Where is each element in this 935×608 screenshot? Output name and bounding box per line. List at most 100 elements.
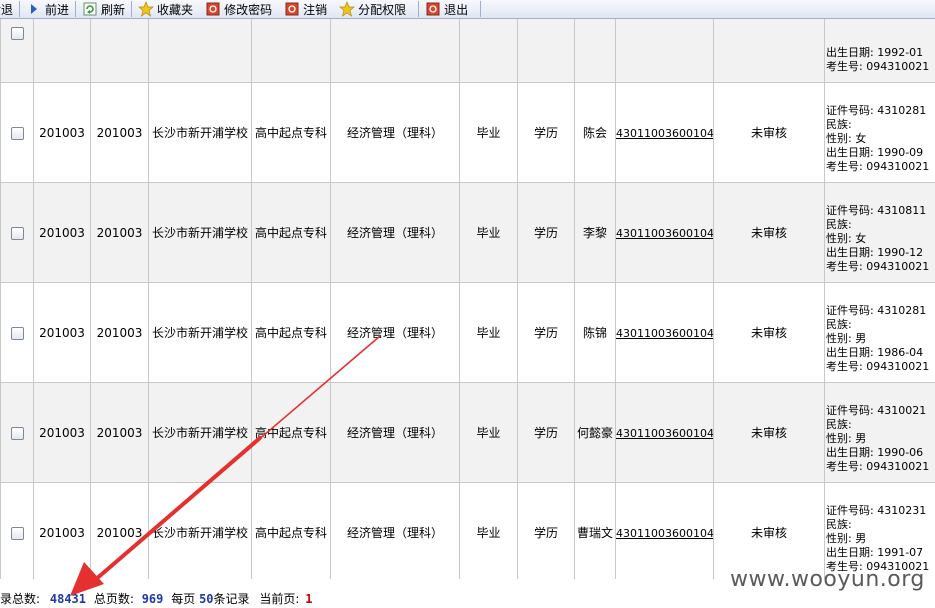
major-cell: 经济管理（理科） [330, 82, 460, 183]
batch-code-cell: 201003 [33, 82, 91, 183]
table-row: 201003 201003 长沙市新开浦学校 高中起点专科 经济管理（理科） 毕… [0, 482, 935, 579]
pagination-summary: 记录总数: 48431 总页数: 969 每页 50条记录 当前页: 1 [0, 590, 935, 608]
major-cell: 经济管理（理科） [330, 282, 460, 383]
review-status-cell: 未审核 [713, 382, 825, 483]
per-page-suffix: 条记录 [213, 592, 250, 606]
school-cell: 长沙市新开浦学校 [148, 82, 252, 183]
school-cell: 长沙市新开浦学校 [148, 382, 252, 483]
row-checkbox[interactable] [10, 226, 24, 240]
info-exam-number: 考生号: 094310021 [826, 260, 930, 273]
row-checkbox[interactable] [10, 26, 24, 40]
student-info-cell: 证件号码: 4310281 民族: 性别: 男 出生日期: 1986-04 考生… [824, 282, 935, 383]
row-checkbox[interactable] [10, 326, 24, 340]
info-birth: 出生日期: 1986-04 [826, 346, 924, 359]
row-checkbox-cell [0, 19, 34, 83]
admission-number-link[interactable]: 430110036001045 [617, 327, 713, 340]
admission-number-cell: 430110036001046 [615, 382, 714, 483]
level-cell: 高中起点专科 [251, 182, 331, 283]
cell [615, 19, 714, 83]
assign-permission-button[interactable]: 分配权限 [339, 0, 406, 19]
star-icon [339, 1, 356, 17]
cell [330, 19, 460, 83]
info-exam-number: 考生号: 094310021 [826, 360, 930, 373]
batch-code-cell: 201003 [90, 182, 149, 283]
info-id-number: 证件号码: 4310231 [826, 504, 927, 517]
total-records-value: 48431 [49, 592, 86, 606]
admission-number-cell: 430110036001047 [615, 482, 714, 579]
graduation-status-cell: 毕业 [459, 382, 518, 483]
graduation-status-cell: 毕业 [459, 482, 518, 579]
forward-button[interactable]: 前进 [26, 0, 69, 19]
cell [251, 19, 331, 83]
per-page-value: 50 [199, 592, 214, 606]
refresh-button[interactable]: 刷新 [82, 0, 125, 19]
admission-number-link[interactable]: 430110036001047 [617, 527, 713, 540]
batch-code-cell: 201003 [33, 382, 91, 483]
row-checkbox[interactable] [10, 526, 24, 540]
admission-number-cell: 430110036001045 [615, 282, 714, 383]
student-name-cell: 陈会 [574, 82, 616, 183]
batch-code-cell: 201003 [90, 482, 149, 579]
info-gender: 性别: 男 [826, 432, 867, 445]
review-status-cell: 未审核 [713, 182, 825, 283]
favorites-button[interactable]: 收藏夹 [138, 0, 193, 19]
table-row: 出生日期: 1992-01 考生号: 094310021 [0, 19, 935, 83]
student-name-cell: 何懿豪 [574, 382, 616, 483]
info-gender: 性别: 男 [826, 332, 867, 345]
admission-number-link[interactable]: 430110036001043 [617, 127, 713, 140]
major-cell: 经济管理（理科） [330, 482, 460, 579]
cell [713, 19, 825, 83]
batch-code-cell: 201003 [33, 282, 91, 383]
logout-icon [284, 1, 300, 17]
admission-number-cell: 430110036001043 [615, 82, 714, 183]
review-status-cell: 未审核 [713, 282, 825, 383]
info-birth: 出生日期: 1990-06 [826, 446, 924, 459]
batch-code-cell: 201003 [33, 482, 91, 579]
degree-type-cell: 学历 [517, 282, 575, 383]
student-name-cell: 李黎 [574, 182, 616, 283]
info-birth: 出生日期: 1990-12 [826, 246, 924, 259]
row-checkbox-cell [0, 382, 34, 483]
degree-type-cell: 学历 [517, 82, 575, 183]
degree-type-cell: 学历 [517, 182, 575, 283]
info-birth: 出生日期: 1990-09 [826, 146, 924, 159]
table-row: 201003 201003 长沙市新开浦学校 高中起点专科 经济管理（理科） 毕… [0, 382, 935, 483]
level-cell: 高中起点专科 [251, 482, 331, 579]
info-gender: 性别: 男 [826, 532, 867, 545]
batch-code-cell: 201003 [90, 82, 149, 183]
row-checkbox[interactable] [10, 126, 24, 140]
star-icon [138, 1, 154, 17]
student-info-cell: 证件号码: 4310021 民族: 性别: 男 出生日期: 1990-06 考生… [824, 382, 935, 483]
info-nation: 民族: [826, 318, 852, 331]
change-password-button[interactable]: 修改密码 [205, 0, 272, 19]
refresh-label: 刷新 [101, 2, 126, 17]
table-row: 201003 201003 长沙市新开浦学校 高中起点专科 经济管理（理科） 毕… [0, 82, 935, 183]
current-page-value: 1 [305, 592, 313, 606]
info-id-number: 证件号码: 4310281 [826, 304, 927, 317]
info-nation: 民族: [826, 418, 852, 431]
info-nation: 民族: [826, 118, 852, 131]
change-password-label: 修改密码 [224, 2, 273, 17]
exit-button[interactable]: 退出 [425, 0, 468, 19]
student-info-cell: 出生日期: 1992-01 考生号: 094310021 [824, 19, 935, 83]
admission-number-link[interactable]: 430110036001046 [617, 427, 713, 440]
level-cell: 高中起点专科 [251, 82, 331, 183]
back-label: 后退 [0, 2, 14, 17]
info-nation: 民族: [826, 218, 852, 231]
per-page-label: 每页 [171, 592, 196, 606]
toolbar-separator [418, 1, 420, 17]
forward-label: 前进 [45, 2, 70, 17]
watermark: www.wooyun.org [730, 567, 925, 592]
degree-type-cell: 学历 [517, 482, 575, 579]
admission-number-link[interactable]: 430110036001044 [617, 227, 713, 240]
level-cell: 高中起点专科 [251, 282, 331, 383]
info-birth: 出生日期: 1991-07 [826, 546, 924, 559]
degree-type-cell: 学历 [517, 382, 575, 483]
favorites-label: 收藏夹 [157, 2, 194, 17]
back-button[interactable]: 后退 [0, 0, 13, 19]
info-id-number: 证件号码: 4310811 [826, 204, 927, 217]
toolbar-separator [480, 1, 482, 17]
row-checkbox[interactable] [10, 426, 24, 440]
logout-button[interactable]: 注销 [284, 0, 327, 19]
student-name-cell: 曹瑞文 [574, 482, 616, 579]
